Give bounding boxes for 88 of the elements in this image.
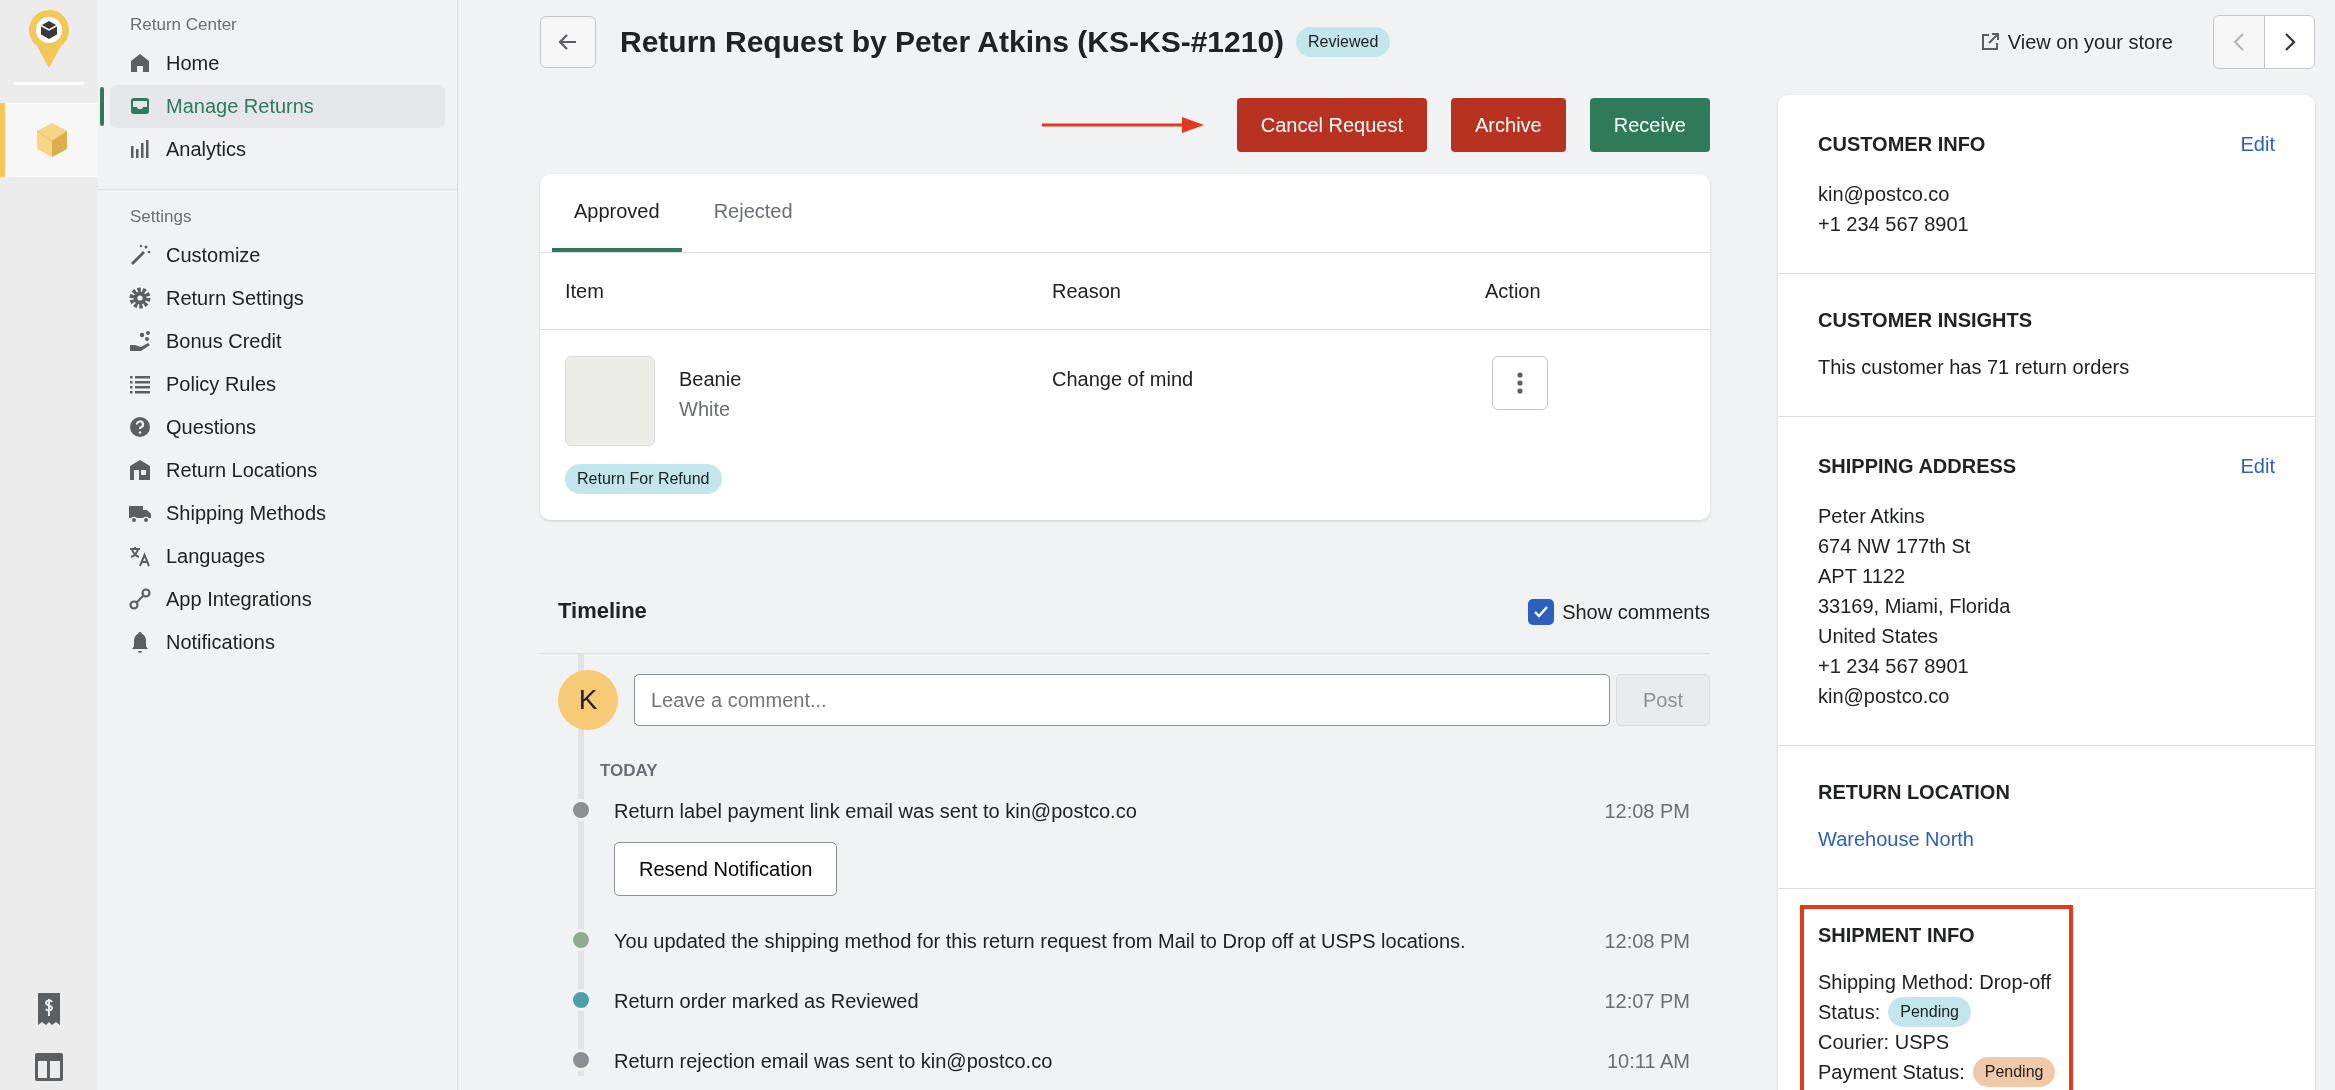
check-icon	[1533, 604, 1550, 619]
sidebar-item[interactable]: Home	[110, 41, 445, 85]
external-link-icon	[1979, 32, 2000, 52]
logo-pin-icon	[27, 8, 71, 70]
user-avatar: K	[558, 670, 618, 730]
resend-button[interactable]: Resend Notification	[614, 841, 838, 896]
sidebar-item[interactable]: Return Settings	[110, 276, 445, 319]
sidebar-item[interactable]: App Integrations	[110, 577, 445, 620]
event-time: 12:07 PM	[1604, 988, 1691, 1014]
column-header: Action	[1485, 279, 1542, 304]
sidebar-item[interactable]: Shipping Methods	[110, 491, 445, 534]
layout-icon	[34, 1052, 64, 1082]
tab[interactable]: Rejected	[691, 174, 815, 252]
product-name: Beanie	[679, 367, 742, 392]
sidebar-item[interactable]: Questions	[110, 405, 445, 448]
show-comments-toggle[interactable]: Show comments	[1528, 596, 1710, 627]
section-heading: CUSTOMER INSIGHTS	[1818, 308, 2033, 332]
bar-chart-icon	[128, 137, 152, 161]
section-title: Return Center	[129, 14, 238, 36]
action-button[interactable]: Receive	[1589, 98, 1710, 152]
back-button[interactable]	[540, 16, 596, 68]
status-badge: Pending	[1888, 997, 1971, 1027]
timeline-title: Timeline	[558, 598, 647, 625]
info-text: Status:	[1818, 1000, 1881, 1025]
more-button[interactable]	[1492, 356, 1548, 410]
home-icon	[128, 51, 152, 75]
date-group-label: TODAY	[599, 760, 659, 782]
sidebar-item[interactable]: Customize	[110, 233, 445, 276]
info-text: 33169, Miami, Florida	[1818, 594, 2012, 619]
chevron-left-icon	[2232, 31, 2246, 53]
action-button[interactable]: Cancel Request	[1236, 98, 1428, 152]
column-header: Item	[565, 279, 605, 304]
status-badge: Reviewed	[1296, 27, 1391, 57]
connection-icon	[128, 586, 152, 611]
action-button[interactable]: Archive	[1451, 98, 1566, 152]
info-text: Courier: USPS	[1818, 1030, 1950, 1055]
section-title: Settings	[129, 205, 193, 228]
event-text: Return order marked as Reviewed	[614, 988, 919, 1014]
settings-icon	[128, 285, 152, 310]
help-icon	[128, 414, 152, 439]
next-button[interactable]	[2264, 16, 2314, 68]
product-variant: White	[679, 397, 732, 422]
info-text: 674 NW 177th St	[1818, 534, 1972, 559]
sidebar-item[interactable]: Languages	[110, 534, 445, 577]
section-heading: SHIPMENT INFO	[1818, 923, 1975, 947]
info-text: APT 1122	[1818, 564, 1907, 589]
hand-coins-icon	[128, 328, 152, 353]
info-text: +1 234 567 8901	[1818, 654, 1970, 679]
event-time: 12:08 PM	[1604, 798, 1691, 824]
sidebar-item[interactable]: Policy Rules	[110, 362, 445, 405]
edit-link[interactable]: Edit	[2240, 129, 2275, 159]
reason-text: Change of mind	[1052, 367, 1195, 392]
warehouse-icon	[128, 457, 152, 482]
info-text: Payment Status:	[1818, 1060, 1965, 1085]
event-time: 12:08 PM	[1604, 928, 1691, 954]
info-text: kin@postco.co	[1818, 684, 1951, 709]
sidebar-item[interactable]: Notifications	[110, 620, 445, 663]
column-header: Reason	[1052, 279, 1122, 304]
chevron-right-icon	[2282, 31, 2297, 53]
info-text: kin@postco.co	[1818, 182, 1951, 207]
page-title: Return Request by Peter Atkins (KS-KS-#1210)	[620, 24, 1285, 60]
info-text: +1 234 567 8901	[1818, 212, 1970, 237]
section-heading: CUSTOMER INFO	[1818, 132, 1986, 156]
rail-item[interactable]	[0, 103, 98, 177]
sidebar-item[interactable]: Analytics	[110, 127, 445, 171]
edit-link[interactable]: Edit	[2240, 451, 2275, 481]
section-heading: RETURN LOCATION	[1818, 780, 2010, 804]
sidebar-item[interactable]: Bonus Credit	[110, 319, 445, 362]
location-link[interactable]: Warehouse North	[1818, 824, 1974, 854]
previous-button[interactable]	[2214, 16, 2264, 68]
info-text: This customer has 71 return orders	[1818, 355, 2131, 380]
section-heading: SHIPPING ADDRESS	[1818, 454, 2017, 478]
return-type-badge: Return For Refund	[565, 464, 722, 494]
info-text: Shipping Method: Drop-off	[1818, 970, 2052, 995]
sidebar-item[interactable]: Return Locations	[110, 448, 445, 491]
view-store-link[interactable]: View on your store	[1979, 27, 2173, 57]
tab[interactable]: Approved	[552, 174, 682, 252]
comment-field[interactable]: Leave a comment...	[634, 674, 1610, 726]
event-text: You updated the shipping method for this return request from Mail to Drop off at USPS locations.	[614, 928, 1466, 954]
event-text: Return label payment link email was sent to kin@postco.co	[614, 798, 1137, 824]
info-text: Peter Atkins	[1818, 504, 1926, 529]
more-vertical-icon	[1517, 372, 1523, 394]
info-text: United States	[1818, 624, 1940, 649]
status-badge: Pending	[1972, 1057, 2056, 1087]
event-text: Return rejection email was sent to kin@postco.co	[614, 1048, 1053, 1074]
event-time: 10:11 AM	[1606, 1048, 1691, 1074]
receipt-icon	[37, 992, 61, 1026]
checkbox[interactable]	[1528, 598, 1555, 625]
